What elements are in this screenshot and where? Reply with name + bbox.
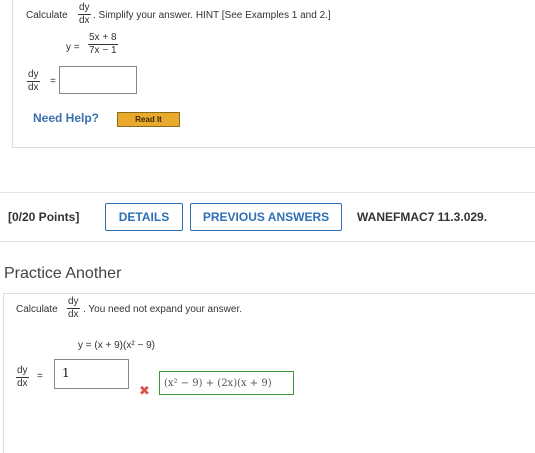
x-mark-icon: ✖ xyxy=(139,383,150,398)
practice-answer-input[interactable]: 1 xyxy=(54,359,129,389)
details-button[interactable]: DETAILS xyxy=(105,203,183,231)
derivative-denominator: dx xyxy=(68,309,79,320)
need-help-label: Need Help? xyxy=(33,111,100,125)
practice-function: y = (x + 9)(x² − 9) xyxy=(78,340,155,351)
question-function-fraction: 5x + 8 7x − 1 xyxy=(88,33,118,56)
answer-derivative-fraction: dy dx xyxy=(27,70,40,93)
derivative-numerator: dy xyxy=(79,2,90,13)
question-calculate-text: Calculate xyxy=(26,10,68,21)
derivative-denominator: dx xyxy=(17,378,28,389)
question-function-y-equals: y = xyxy=(66,42,80,53)
practice-frame-top-border xyxy=(3,293,535,294)
toolbar-bottom-divider xyxy=(0,241,535,242)
question-frame-left-border xyxy=(12,0,13,147)
derivative-denominator: dx xyxy=(79,15,90,26)
derivative-denominator: dx xyxy=(28,82,39,93)
function-denominator: 7x − 1 xyxy=(89,45,117,56)
question-code: WANEFMAC7 11.3.029. xyxy=(357,210,488,224)
answer-equals: = xyxy=(50,76,56,87)
derivative-numerator: dy xyxy=(68,296,79,307)
practice-calculate-text: Calculate xyxy=(16,304,58,315)
correct-answer-feedback: (x² − 9) + (2x)(x + 9) xyxy=(159,371,294,395)
points-score: [0/20 Points] xyxy=(8,210,80,224)
practice-answer-equals: = xyxy=(37,371,43,382)
question-frame-bottom-border xyxy=(12,147,535,148)
correct-answer-expression: (x² − 9) + (2x)(x + 9) xyxy=(164,377,272,389)
practice-answer-derivative-fraction: dy dx xyxy=(16,366,29,389)
answer-input[interactable] xyxy=(59,66,137,94)
read-it-button[interactable]: Read It xyxy=(117,112,180,127)
practice-answer-value: 1 xyxy=(62,366,70,380)
function-numerator: 5x + 8 xyxy=(89,32,117,43)
previous-answers-button[interactable]: PREVIOUS ANSWERS xyxy=(190,203,342,231)
question-derivative-fraction: dy dx xyxy=(78,3,91,26)
derivative-numerator: dy xyxy=(17,365,28,376)
question-instruction: . Simplify your answer. HINT [See Exampl… xyxy=(93,10,331,21)
practice-derivative-fraction: dy dx xyxy=(67,297,80,320)
derivative-numerator: dy xyxy=(28,69,39,80)
practice-instruction: . You need not expand your answer. xyxy=(83,304,243,315)
practice-another-heading: Practice Another xyxy=(4,265,122,282)
toolbar-top-divider xyxy=(0,192,535,193)
practice-frame-left-border xyxy=(3,293,4,453)
